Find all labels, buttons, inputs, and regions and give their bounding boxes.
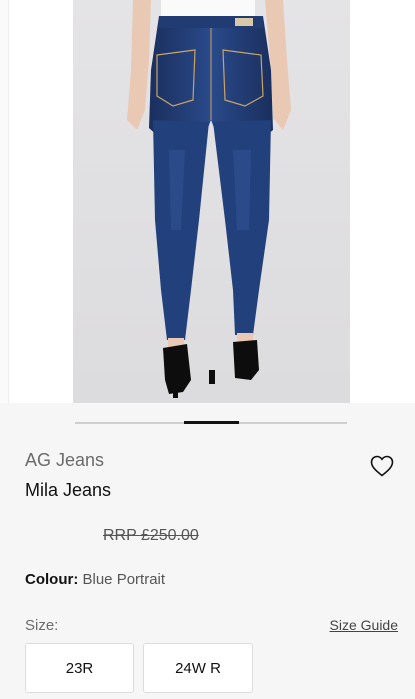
product-title: Mila Jeans	[25, 480, 112, 500]
jeans-illustration	[73, 0, 350, 403]
product-page: AG Jeans Mila Jeans RRP £250.00 Colour: …	[0, 0, 415, 699]
product-image-gallery[interactable]	[0, 0, 415, 403]
brand-name: AG Jeans	[25, 450, 105, 470]
colour-label: Colour:	[25, 571, 79, 588]
size-option-24w-r[interactable]: 24W R	[143, 643, 253, 693]
wishlist-button[interactable]	[370, 455, 398, 481]
rrp-price: RRP £250.00	[103, 527, 199, 544]
size-option-23r[interactable]: 23R	[25, 643, 134, 693]
size-guide-link[interactable]: Size Guide	[330, 617, 398, 633]
carousel-active-indicator	[184, 421, 239, 424]
size-label: Size:	[25, 617, 59, 634]
colour-value: Blue Portrait	[82, 571, 166, 588]
colour-row: Colour: Blue Portrait	[25, 571, 165, 588]
next-image-edge[interactable]	[351, 0, 415, 403]
carousel-indicator	[75, 421, 347, 424]
previous-image-edge[interactable]	[0, 0, 9, 403]
heart-icon	[370, 455, 394, 477]
product-photo[interactable]	[73, 0, 350, 403]
